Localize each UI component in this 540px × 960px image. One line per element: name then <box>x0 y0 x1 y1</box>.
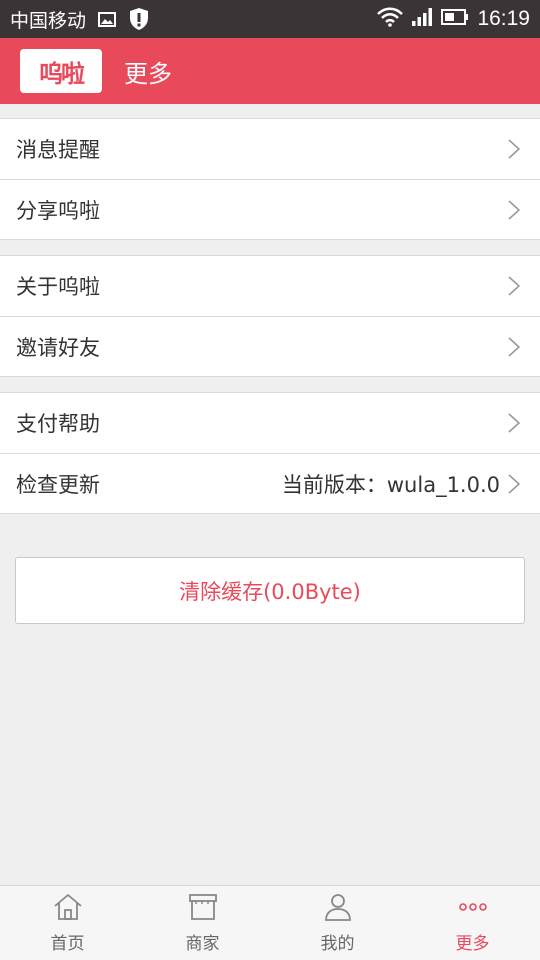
list-item-invite[interactable]: 邀请好友 <box>0 316 540 376</box>
list-item-share[interactable]: 分享呜啦 <box>0 179 540 239</box>
nav-item-label: 首页 <box>50 934 85 954</box>
chevron-right-icon <box>508 276 521 300</box>
list-item-label: 关于呜啦 <box>16 275 100 299</box>
image-notification-icon <box>98 11 117 27</box>
signal-icon <box>411 7 433 32</box>
list-item-label: 支付帮助 <box>16 412 100 436</box>
page-title: 更多 <box>124 59 172 88</box>
more-dots-icon <box>457 892 489 929</box>
clock: 16:19 <box>477 7 530 30</box>
list-item-check-update[interactable]: 检查更新 当前版本：wula_1.0.0 <box>0 453 540 513</box>
settings-group-3: 支付帮助 检查更新 当前版本：wula_1.0.0 <box>0 392 540 514</box>
nav-item-label: 我的 <box>320 934 355 954</box>
nav-item-home[interactable]: 首页 <box>0 886 135 960</box>
version-value: 当前版本：wula_1.0.0 <box>281 472 500 497</box>
app-logo: 呜啦 <box>20 49 102 93</box>
status-bar: 中国移动 16:19 <box>0 0 540 38</box>
chevron-right-icon <box>508 336 521 361</box>
list-item-label: 邀请好友 <box>16 335 100 360</box>
app-header: 呜啦 更多 <box>0 38 540 104</box>
list-item-label: 消息提醒 <box>16 138 100 162</box>
chevron-right-icon <box>508 139 521 163</box>
nav-item-profile[interactable]: 我的 <box>270 886 405 960</box>
nav-item-more[interactable]: 更多 <box>405 886 540 960</box>
chevron-right-icon <box>508 413 521 437</box>
shield-alert-icon <box>128 7 150 31</box>
nav-item-store[interactable]: 商家 <box>135 886 270 960</box>
carrier-name: 中国移动 <box>10 9 87 32</box>
nav-item-label: 商家 <box>185 934 220 954</box>
nav-item-label: 更多 <box>455 934 490 954</box>
home-icon <box>52 892 84 929</box>
list-item-payment-help[interactable]: 支付帮助 <box>0 393 540 453</box>
clear-cache-button[interactable]: 清除缓存(0.0Byte) <box>15 557 525 624</box>
list-item-label: 检查更新 <box>16 472 100 497</box>
chevron-right-icon <box>508 473 521 498</box>
list-item-label: 分享呜啦 <box>16 198 100 223</box>
store-icon <box>187 892 219 929</box>
chevron-right-icon <box>508 199 521 224</box>
list-item-notifications[interactable]: 消息提醒 <box>0 119 540 179</box>
list-item-about[interactable]: 关于呜啦 <box>0 256 540 316</box>
settings-group-2: 关于呜啦 邀请好友 <box>0 255 540 377</box>
battery-icon <box>441 8 469 31</box>
bottom-nav: 首页 商家 我的 更多 <box>0 885 540 960</box>
settings-group-1: 消息提醒 分享呜啦 <box>0 118 540 240</box>
person-icon <box>322 892 354 929</box>
wifi-icon <box>377 7 404 32</box>
